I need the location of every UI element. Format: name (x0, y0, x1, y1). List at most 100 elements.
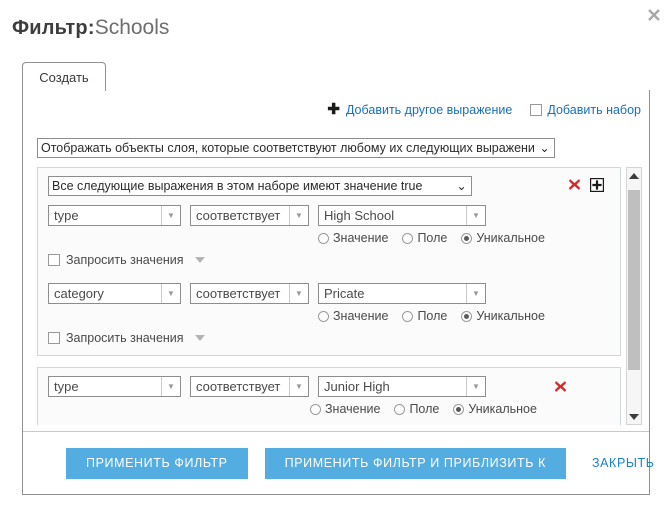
apply-filter-button[interactable]: ПРИМЕНИТЬ ФИЛЬТР (66, 447, 248, 479)
scrollbar-thumb[interactable] (628, 190, 640, 370)
chevron-down-icon[interactable] (194, 257, 205, 263)
chevron-down-icon: ▼ (289, 206, 308, 225)
field-value: type (54, 208, 79, 223)
set-action-icons (567, 176, 604, 192)
expression-sets-scroll-area: Все следующие выражения в этом наборе им… (37, 167, 637, 425)
operator-value: соответствует (196, 286, 281, 301)
radio-unique[interactable]: Уникальное (453, 402, 537, 416)
add-set-button[interactable]: Добавить набор (530, 103, 641, 117)
chevron-down-icon: ▼ (161, 284, 180, 303)
radio-value[interactable]: Значение (318, 231, 388, 245)
panel-toolbar: ✚ Добавить другое выражение Добавить наб… (327, 102, 641, 117)
operator-select[interactable]: соответствует ▼ (190, 376, 309, 397)
value-source-radio-group: Значение Поле Уникальное (318, 309, 610, 323)
ask-values-label: Запросить значения (66, 253, 184, 267)
add-set-icon[interactable] (590, 177, 604, 192)
match-mode-select[interactable]: Отображать объекты слоя, которые соответ… (37, 138, 555, 158)
ask-values-row: Запросить значения (48, 424, 610, 425)
plus-icon: ✚ (327, 101, 340, 118)
chevron-down-icon: ⌄ (539, 141, 550, 155)
page-title-layer: Schools (94, 16, 170, 39)
radio-dot-field (402, 232, 414, 244)
expression-remove-wrapper (553, 379, 568, 394)
radio-dot-unique (453, 403, 465, 415)
filter-panel: ✚ Добавить другое выражение Добавить наб… (22, 90, 654, 495)
dialog-footer: ПРИМЕНИТЬ ФИЛЬТР ПРИМЕНИТЬ ФИЛЬТР И ПРИБ… (23, 431, 654, 494)
ask-values-checkbox[interactable] (48, 254, 60, 266)
value-value: High School (324, 208, 395, 223)
radio-field-label: Поле (417, 231, 448, 245)
chevron-down-icon: ▼ (161, 377, 180, 396)
close-icon[interactable] (645, 6, 663, 24)
radio-unique-label: Уникальное (476, 231, 545, 245)
radio-value[interactable]: Значение (310, 402, 380, 416)
ask-values-checkbox[interactable] (48, 332, 60, 344)
set-logic-select[interactable]: Все следующие выражения в этом наборе им… (48, 176, 472, 196)
radio-field[interactable]: Поле (402, 231, 447, 245)
radio-dot-field (402, 310, 414, 322)
field-select[interactable]: category ▼ (48, 283, 181, 304)
radio-dot-value (318, 310, 329, 322)
radio-value[interactable]: Значение (318, 309, 388, 323)
match-mode-value: Отображать объекты слоя, которые соответ… (41, 141, 535, 155)
expression-row: type ▼ соответствует ▼ Junior High ▼ Зна… (48, 376, 610, 425)
value-value: Junior High (324, 379, 390, 394)
chevron-down-icon: ⌄ (456, 179, 467, 193)
radio-unique-label: Уникальное (468, 402, 537, 416)
radio-field[interactable]: Поле (402, 309, 447, 323)
operator-select[interactable]: соответствует ▼ (190, 205, 309, 226)
radio-dot-unique (461, 310, 473, 322)
set-logic-value: Все следующие выражения в этом наборе им… (52, 179, 423, 193)
remove-icon[interactable] (553, 379, 568, 394)
field-select[interactable]: type ▼ (48, 376, 181, 397)
apply-filter-and-zoom-button[interactable]: ПРИМЕНИТЬ ФИЛЬТР И ПРИБЛИЗИТЬ К (264, 447, 566, 479)
operator-value: соответствует (196, 379, 281, 394)
value-select[interactable]: Pricate ▼ (318, 283, 486, 304)
radio-dot-unique (461, 232, 473, 244)
value-source-radio-group: Значение Поле Уникальное (318, 231, 610, 245)
radio-value-label: Значение (325, 402, 381, 416)
page-title-prefix: Фильтр: (12, 17, 95, 39)
operator-value: соответствует (196, 208, 281, 223)
ask-values-label: Запросить значения (66, 424, 184, 425)
chevron-down-icon[interactable] (194, 335, 205, 341)
chevron-down-icon: ▼ (289, 284, 308, 303)
expression-set: Все следующие выражения в этом наборе им… (37, 167, 621, 356)
scroll-down-icon[interactable] (627, 409, 641, 424)
scroll-up-icon[interactable] (627, 168, 641, 183)
value-source-radio-group: Значение Поле Уникальное (310, 402, 610, 416)
chevron-down-icon: ▼ (466, 377, 485, 396)
value-value: Pricate (324, 286, 365, 301)
add-expression-button[interactable]: ✚ Добавить другое выражение (327, 102, 512, 117)
expression-row: type ▼ соответствует ▼ High School ▼ Зна… (48, 205, 610, 267)
value-select[interactable]: High School ▼ (318, 205, 486, 226)
ask-values-row: Запросить значения (48, 331, 610, 345)
remove-icon[interactable] (567, 177, 582, 192)
radio-value-label: Значение (333, 309, 389, 323)
chevron-down-icon: ▼ (466, 206, 485, 225)
close-button[interactable]: ЗАКРЫТЬ (592, 456, 655, 470)
add-expression-label: Добавить другое выражение (345, 102, 513, 117)
tab-create[interactable]: Создать (22, 62, 106, 91)
expression-set-header: Все следующие выражения в этом наборе им… (48, 176, 610, 196)
tab-strip: Создать (22, 62, 650, 91)
checkbox-icon (530, 103, 543, 116)
radio-unique[interactable]: Уникальное (461, 309, 545, 323)
radio-dot-field (394, 403, 406, 415)
add-set-label: Добавить набор (547, 102, 641, 117)
field-value: type (54, 379, 79, 394)
radio-field-label: Поле (409, 402, 440, 416)
expression-sets-list: Все следующие выражения в этом наборе им… (37, 167, 621, 425)
chevron-down-icon: ▼ (289, 377, 308, 396)
radio-dot-value (318, 232, 329, 244)
ask-values-label: Запросить значения (66, 331, 184, 345)
field-select[interactable]: type ▼ (48, 205, 181, 226)
radio-unique[interactable]: Уникальное (461, 231, 545, 245)
expression-row: category ▼ соответствует ▼ Pricate ▼ Зна… (48, 283, 610, 345)
radio-dot-value (310, 403, 321, 415)
value-select[interactable]: Junior High ▼ (318, 376, 486, 397)
expression-list-scrollbar[interactable] (626, 167, 642, 425)
chevron-down-icon: ▼ (466, 284, 485, 303)
radio-field[interactable]: Поле (394, 402, 439, 416)
operator-select[interactable]: соответствует ▼ (190, 283, 309, 304)
